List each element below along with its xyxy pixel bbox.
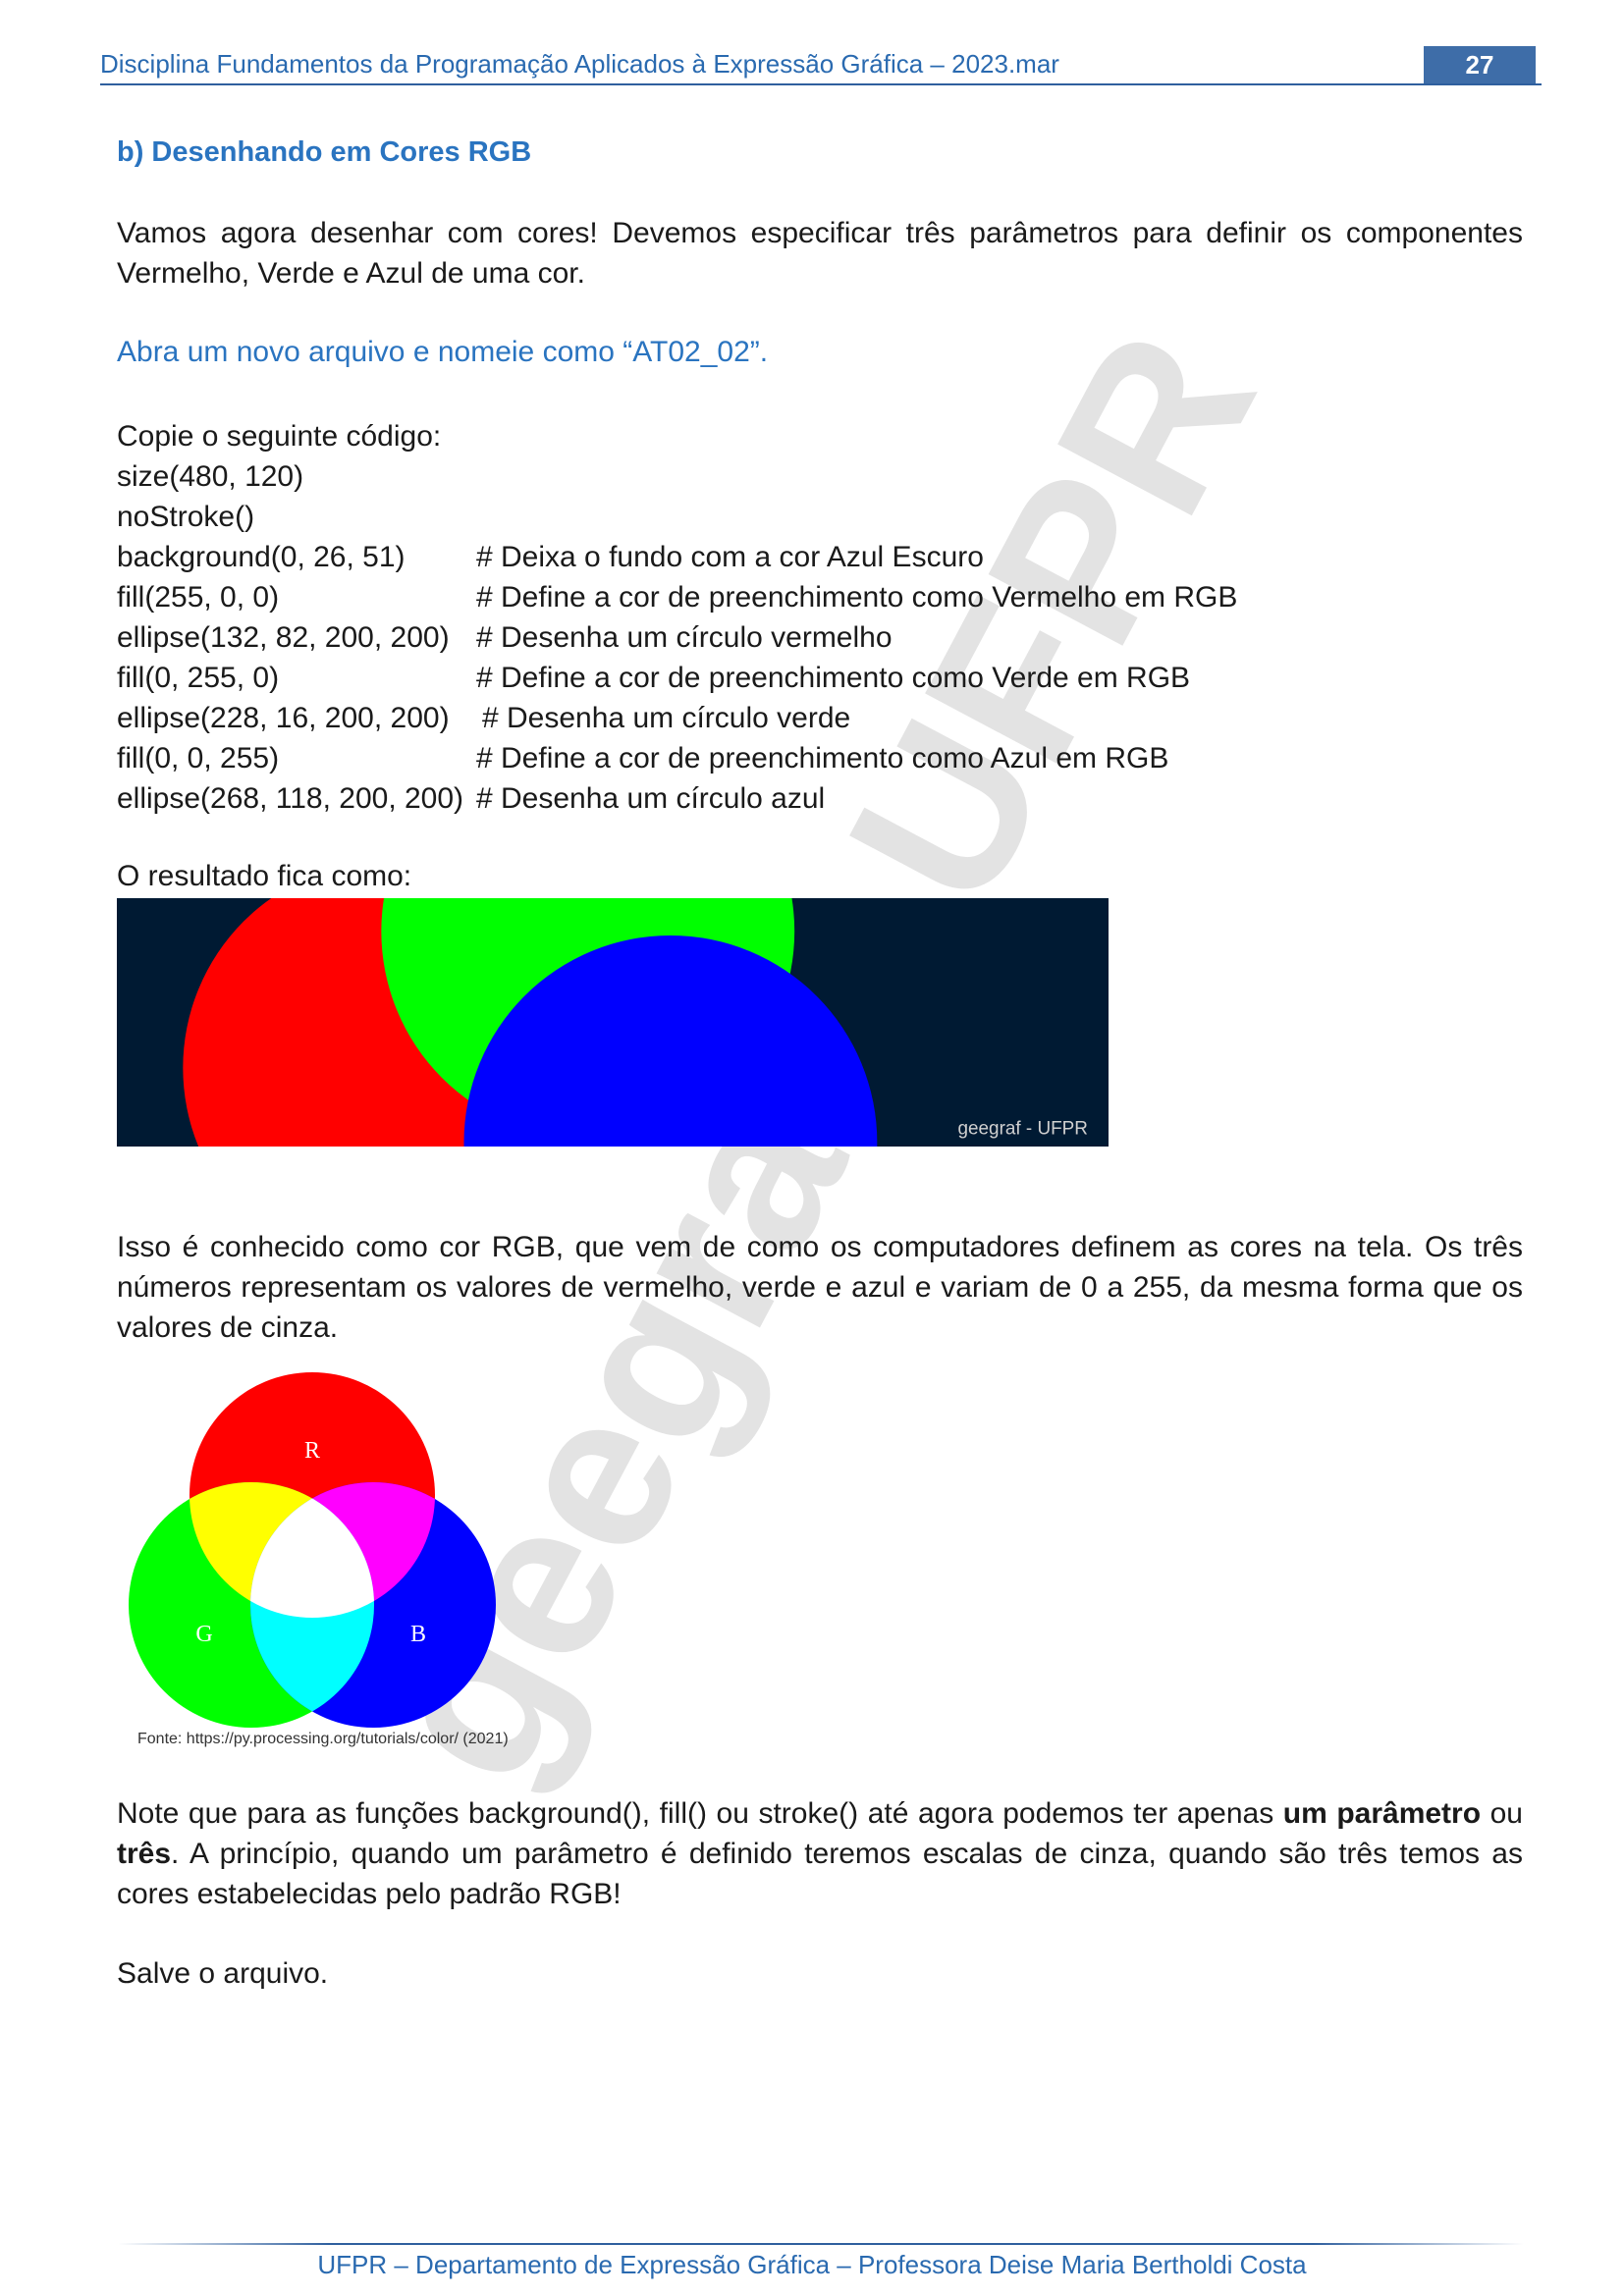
- code-comment: # Desenha um círculo verde: [482, 702, 851, 734]
- explanation-paragraph: Isso é conhecido como cor RGB, que vem d…: [117, 1231, 1523, 1344]
- code-line: ellipse(268, 118, 200, 200): [117, 778, 463, 819]
- note-text: . A princípio, quando um parâmetro é def…: [117, 1838, 1523, 1910]
- label-g: G: [195, 1622, 212, 1647]
- code-intro: Copie o seguinte código:: [117, 420, 442, 453]
- label-r: R: [304, 1438, 320, 1464]
- code-text: fill(0, 0, 255): [117, 742, 280, 774]
- note-text: Note que para as funções background(), f…: [117, 1797, 1283, 1830]
- code-line: size(480, 120): [117, 456, 303, 497]
- code-comment: # Deixa o fundo com a cor Azul Escuro: [476, 541, 984, 573]
- code-text: ellipse(132, 82, 200, 200): [117, 621, 450, 654]
- code-text: fill(255, 0, 0): [117, 581, 280, 614]
- instruction-text: Abra um novo arquivo e nomeie como “AT02…: [117, 336, 769, 368]
- save-instruction: Salve o arquivo.: [117, 1957, 329, 1990]
- code-line: ellipse(132, 82, 200, 200): [117, 617, 450, 658]
- intro-paragraph: Vamos agora desenhar com cores! Devemos …: [117, 217, 1523, 290]
- sketch-watermark: geegraf - UFPR: [957, 1118, 1087, 1139]
- code-line: fill(0, 0, 255): [117, 738, 279, 778]
- label-b: B: [410, 1622, 426, 1647]
- section-title: b) Desenhando em Cores RGB: [117, 136, 532, 168]
- code-text: ellipse(228, 16, 200, 200): [117, 702, 450, 734]
- code-text: background(0, 26, 51): [117, 541, 406, 573]
- code-comment: # Desenha um círculo vermelho: [476, 621, 893, 654]
- header-title: Disciplina Fundamentos da Programação Ap…: [100, 49, 1059, 79]
- header-divider: [100, 83, 1542, 85]
- footer-divider: [118, 2243, 1524, 2245]
- page-number: 27: [1424, 46, 1536, 83]
- code-text: noStroke(): [117, 501, 255, 533]
- code-text: size(480, 120): [117, 460, 304, 493]
- result-label: O resultado fica como:: [117, 860, 412, 892]
- note-bold-one-param: um parâmetro: [1282, 1797, 1482, 1830]
- code-line: noStroke(): [117, 497, 254, 537]
- code-comment: # Define a cor de preenchimento como Azu…: [476, 742, 1169, 774]
- rgb-venn-diagram: R G B: [129, 1372, 496, 1728]
- code-text: fill(0, 255, 0): [117, 662, 280, 694]
- code-comment: # Desenha um círculo azul: [476, 782, 826, 815]
- image-source-caption: Fonte: https://py.processing.org/tutoria…: [137, 1731, 509, 1747]
- code-line: fill(255, 0, 0): [117, 577, 279, 617]
- code-line: fill(0, 255, 0): [117, 658, 279, 698]
- sketch-output-image: geegraf - UFPR: [117, 898, 1109, 1147]
- code-text: ellipse(268, 118, 200, 200): [117, 782, 464, 815]
- note-bold-three: três: [117, 1838, 172, 1870]
- code-comment: # Define a cor de preenchimento como Ver…: [476, 581, 1238, 614]
- code-line: background(0, 26, 51): [117, 537, 406, 577]
- footer-text: UFPR – Departamento de Expressão Gráfica…: [317, 2250, 1307, 2279]
- note-paragraph: Note que para as funções background(), f…: [117, 1793, 1523, 1914]
- code-line: ellipse(228, 16, 200, 200): [117, 698, 450, 738]
- note-text: ou: [1481, 1797, 1523, 1830]
- code-comment: # Define a cor de preenchimento como Ver…: [476, 662, 1191, 694]
